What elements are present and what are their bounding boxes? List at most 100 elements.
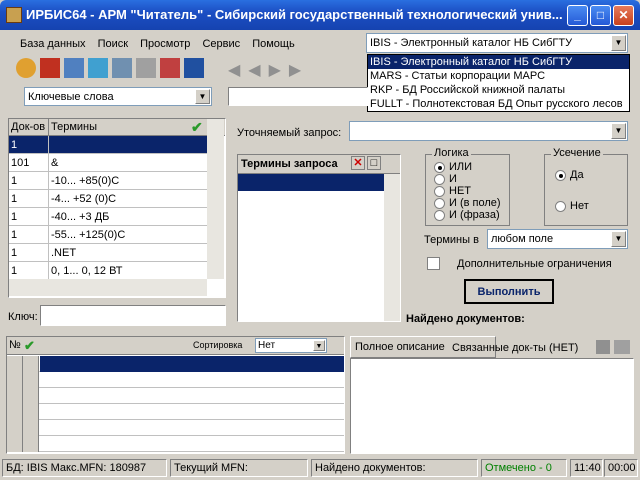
term-text: -55... +125(0)С xyxy=(51,229,126,241)
header-terms[interactable]: Термины xyxy=(49,121,97,133)
query-terms-scrollbar[interactable] xyxy=(384,174,400,321)
title-bar: ИРБИС64 - АРМ "Читатель" - Сибирский гос… xyxy=(0,0,640,30)
header-docs[interactable]: Док-ов xyxy=(9,119,49,136)
term-text: -10... +85(0)С xyxy=(51,175,120,187)
terms-table-header: Док-ов Термины ✔ xyxy=(9,119,225,136)
status-time-elapsed: 00:00 xyxy=(604,459,638,477)
logic-option[interactable]: ИЛИ xyxy=(434,161,509,173)
terms-table-row[interactable]: 1 xyxy=(9,136,207,154)
radio-icon[interactable] xyxy=(434,197,445,209)
menu-database[interactable]: База данных xyxy=(20,38,86,50)
extra-restrictions-label: Дополнительные ограничения xyxy=(457,258,612,270)
delete-icon[interactable]: ✕ xyxy=(351,156,365,170)
print-icon[interactable] xyxy=(184,58,204,78)
menu-help[interactable]: Помощь xyxy=(252,38,295,50)
checkmark-icon[interactable]: ✔ xyxy=(191,119,203,136)
truncation-title: Усечение xyxy=(551,147,603,159)
result-row[interactable] xyxy=(7,436,344,452)
logic-option[interactable]: И xyxy=(434,173,509,185)
result-row[interactable] xyxy=(7,372,344,388)
chevron-down-icon[interactable]: ▼ xyxy=(313,340,325,351)
view-icon[interactable] xyxy=(112,58,132,78)
terms-in-select[interactable]: любом поле ▼ xyxy=(487,229,628,249)
query-term-row[interactable] xyxy=(238,174,384,191)
logic-option[interactable]: И (в поле) xyxy=(434,197,509,209)
chevron-down-icon[interactable]: ▼ xyxy=(611,35,626,51)
maximize-button[interactable]: □ xyxy=(590,5,611,26)
truncation-yes[interactable]: Да xyxy=(555,169,584,181)
terms-in-label: Термины в xyxy=(424,234,479,246)
truncation-group: Усечение Да Нет xyxy=(544,147,628,226)
tab-related-docs[interactable]: Связанные док-ты (НЕТ) xyxy=(448,338,590,358)
menu-search[interactable]: Поиск xyxy=(98,38,128,50)
database-select[interactable]: IBIS - Электронный каталог НБ СибГТУ ▼ xyxy=(366,33,628,53)
terms-table-row[interactable]: 1 -40... +3 ДБ xyxy=(9,208,207,226)
print-icon[interactable] xyxy=(614,340,630,354)
key-input[interactable] xyxy=(40,305,226,326)
logic-option[interactable]: И (фраза) xyxy=(434,209,509,221)
result-row[interactable] xyxy=(7,356,344,372)
search-db-icon[interactable] xyxy=(64,58,84,78)
close-button[interactable]: ✕ xyxy=(613,5,634,26)
term-text: .NET xyxy=(51,247,77,259)
export-icon[interactable] xyxy=(136,58,156,78)
menu-view[interactable]: Просмотр xyxy=(140,38,190,50)
db-option[interactable]: MARS - Статьи корпорации МАРС xyxy=(368,69,629,83)
truncation-no[interactable]: Нет xyxy=(555,200,589,212)
result-row[interactable] xyxy=(7,404,344,420)
menu-service[interactable]: Сервис xyxy=(202,38,240,50)
results-grid: № ✔ Сортировка Нет ▼ xyxy=(6,336,345,454)
term-count: 1 xyxy=(9,190,49,207)
terms-hscrollbar[interactable] xyxy=(9,279,207,296)
term-text: & xyxy=(51,157,59,169)
books-icon[interactable] xyxy=(40,58,60,78)
found-documents-label: Найдено документов: xyxy=(406,313,525,325)
status-database: БД: IBIS Макс.MFN: 180987 xyxy=(2,459,167,477)
radio-icon[interactable] xyxy=(434,173,445,185)
terms-table-row[interactable]: 1 -10... +85(0)С xyxy=(9,172,207,190)
db-option[interactable]: FULLT - Полнотекстовая БД Опыт русского … xyxy=(368,97,629,111)
refresh-icon[interactable] xyxy=(88,58,108,78)
radio-icon[interactable] xyxy=(434,185,445,197)
chevron-down-icon[interactable]: ▼ xyxy=(611,123,626,139)
term-text: -4... +52 (0)С xyxy=(51,193,117,205)
db-option[interactable]: IBIS - Электронный каталог НБ СибГТУ xyxy=(368,55,629,69)
sort-label: Сортировка xyxy=(193,340,243,350)
term-text: 0, 1... 0, 12 ВТ xyxy=(51,265,123,277)
key-label: Ключ: xyxy=(8,311,38,323)
terms-vscrollbar[interactable] xyxy=(207,119,224,279)
term-count: 1 xyxy=(9,244,49,261)
terms-table-row[interactable]: 1 -4... +52 (0)С xyxy=(9,190,207,208)
radio-icon[interactable] xyxy=(434,209,445,221)
radio-icon[interactable] xyxy=(555,169,566,181)
chevron-down-icon[interactable]: ▼ xyxy=(195,89,210,104)
clear-icon[interactable]: □ xyxy=(367,156,381,170)
minimize-button[interactable]: _ xyxy=(567,5,588,26)
user-icon[interactable] xyxy=(16,58,36,78)
radio-icon[interactable] xyxy=(434,161,445,173)
terms-table-row[interactable]: 1 .NET xyxy=(9,244,207,262)
terms-table-row[interactable]: 101 & xyxy=(9,154,207,172)
extra-restrictions-checkbox[interactable] xyxy=(427,257,440,270)
term-count: 1 xyxy=(9,226,49,243)
refine-query-select[interactable]: ▼ xyxy=(349,121,628,141)
query-terms-list: Термины запроса ✕ □ xyxy=(237,154,401,322)
order-icon[interactable] xyxy=(160,58,180,78)
term-count: 1 xyxy=(9,136,49,153)
radio-icon[interactable] xyxy=(555,200,566,212)
checkmark-icon[interactable]: ✔ xyxy=(24,338,35,354)
logic-option[interactable]: НЕТ xyxy=(434,185,509,197)
execute-button[interactable]: Выполнить xyxy=(464,279,554,304)
terms-table-row[interactable]: 1 0, 1... 0, 12 ВТ xyxy=(9,262,207,280)
chevron-down-icon[interactable]: ▼ xyxy=(611,231,626,247)
sort-select[interactable]: Нет ▼ xyxy=(255,338,327,353)
search-input[interactable] xyxy=(228,87,368,106)
term-count: 1 xyxy=(9,208,49,225)
term-text: -40... +3 ДБ xyxy=(51,211,110,223)
result-row[interactable] xyxy=(7,388,344,404)
terms-table-row[interactable]: 1 -55... +125(0)С xyxy=(9,226,207,244)
db-option[interactable]: RKP - БД Российской книжной палаты xyxy=(368,83,629,97)
result-row[interactable] xyxy=(7,420,344,436)
search-mode-select[interactable]: Ключевые слова ▼ xyxy=(24,87,212,106)
cart-icon[interactable] xyxy=(596,340,610,354)
